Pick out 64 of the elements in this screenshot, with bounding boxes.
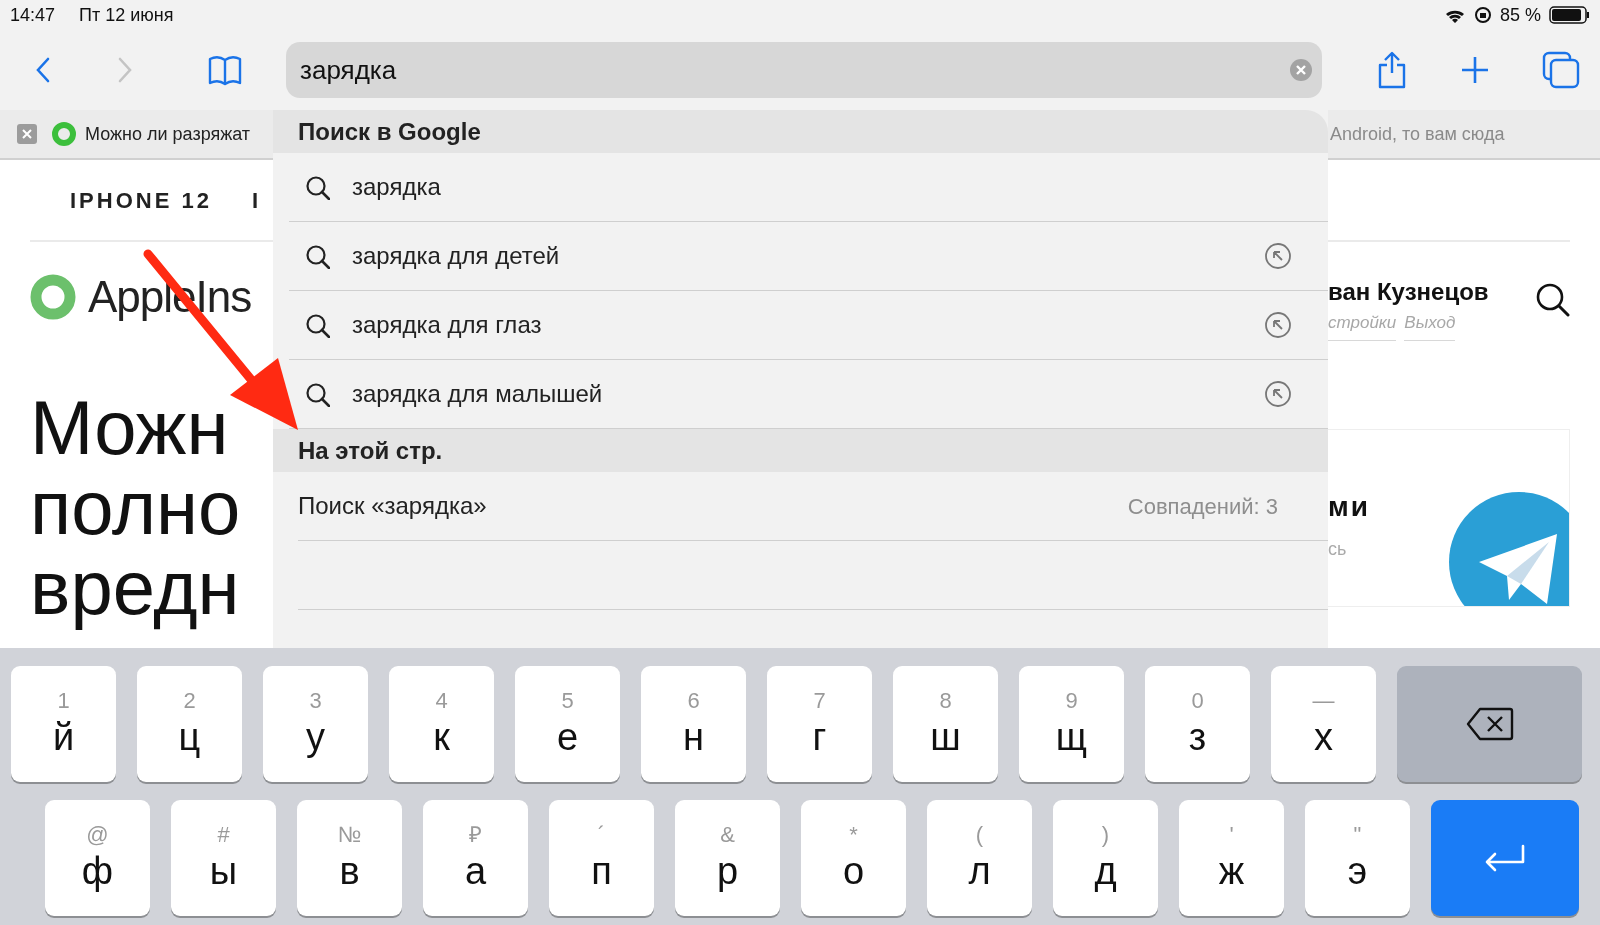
suggestion-item[interactable]: зарядка для глаз <box>289 291 1328 360</box>
keyboard-key[interactable]: # ы <box>171 800 276 916</box>
card-title: ми <box>1328 489 1371 524</box>
keyboard-key[interactable]: @ ф <box>45 800 150 916</box>
nav-link[interactable]: IPHONE 12 <box>70 183 212 217</box>
keyboard-key[interactable]: — х <box>1271 666 1376 782</box>
find-on-page-item[interactable]: Поиск «зарядка» <box>298 488 487 524</box>
match-count: Совпадений: 3 <box>1127 492 1278 521</box>
keyboard-key[interactable]: 8 ш <box>893 666 998 782</box>
keyboard-key[interactable]: 1 й <box>11 666 116 782</box>
keyboard-key[interactable]: ( л <box>927 800 1032 916</box>
back-button[interactable] <box>34 56 52 84</box>
keyboard-key[interactable]: 4 к <box>389 666 494 782</box>
headline-line: Можн <box>30 388 230 468</box>
keyboard-key[interactable]: * о <box>801 800 906 916</box>
keyboard-key[interactable]: " э <box>1305 800 1410 916</box>
search-icon[interactable] <box>1535 282 1570 317</box>
section-header: Поиск в Google <box>273 110 1328 153</box>
section-header: На этой стр. <box>273 429 1328 472</box>
keyboard-key[interactable]: 2 ц <box>137 666 242 782</box>
keyboard-key[interactable]: 6 н <box>641 666 746 782</box>
keyboard-key[interactable]: ) д <box>1053 800 1158 916</box>
suggestion-item[interactable]: зарядка <box>289 153 1328 222</box>
keyboard-key[interactable]: 3 у <box>263 666 368 782</box>
tabs-button[interactable] <box>1542 51 1580 89</box>
fill-in-button[interactable] <box>1264 311 1292 339</box>
paper-plane-logo-icon <box>1449 491 1569 606</box>
keyboard-key[interactable]: 5 е <box>515 666 620 782</box>
search-icon <box>305 312 330 338</box>
backspace-icon <box>1465 707 1514 741</box>
share-button[interactable] <box>1376 51 1408 89</box>
bookmarks-button[interactable] <box>208 54 242 86</box>
logo-ring-icon <box>30 274 76 320</box>
suggestion-item[interactable]: зарядка для детей <box>289 222 1328 291</box>
user-name: ван Кузнецов <box>1328 277 1489 307</box>
headline-line: вредн <box>30 548 241 628</box>
battery-percent: 85 % <box>1499 3 1541 27</box>
fill-in-button[interactable] <box>1264 380 1292 408</box>
return-icon <box>1483 844 1527 872</box>
keyboard-key[interactable]: ' ж <box>1179 800 1284 916</box>
address-input[interactable]: зарядка <box>298 49 1290 91</box>
battery-icon <box>1549 6 1590 24</box>
keyboard-key[interactable]: 7 г <box>767 666 872 782</box>
site-favicon-icon <box>51 121 77 147</box>
new-tab-button[interactable] <box>1460 55 1490 85</box>
keyboard-key[interactable]: ´ п <box>549 800 654 916</box>
search-icon <box>305 381 330 407</box>
status-date: Пт 12 июня <box>79 3 174 27</box>
close-tab-button[interactable] <box>17 124 37 144</box>
keyboard-key[interactable]: № в <box>297 800 402 916</box>
rotation-lock-icon <box>1473 6 1492 24</box>
search-icon <box>305 243 330 269</box>
card-subtitle: сь <box>1328 537 1348 561</box>
search-icon <box>305 174 330 200</box>
fill-in-button[interactable] <box>1264 242 1292 270</box>
clear-button[interactable] <box>1290 59 1312 81</box>
keyboard-key[interactable]: 0 з <box>1145 666 1250 782</box>
address-field[interactable]: зарядка <box>286 42 1322 98</box>
keyboard-key[interactable]: & р <box>675 800 780 916</box>
headline-line: полно <box>30 468 242 548</box>
status-time: 14:47 <box>10 3 56 27</box>
nav-link[interactable]: I <box>251 183 262 217</box>
keyboard-key[interactable]: ₽ а <box>423 800 528 916</box>
keyboard-key[interactable]: 9 щ <box>1019 666 1124 782</box>
